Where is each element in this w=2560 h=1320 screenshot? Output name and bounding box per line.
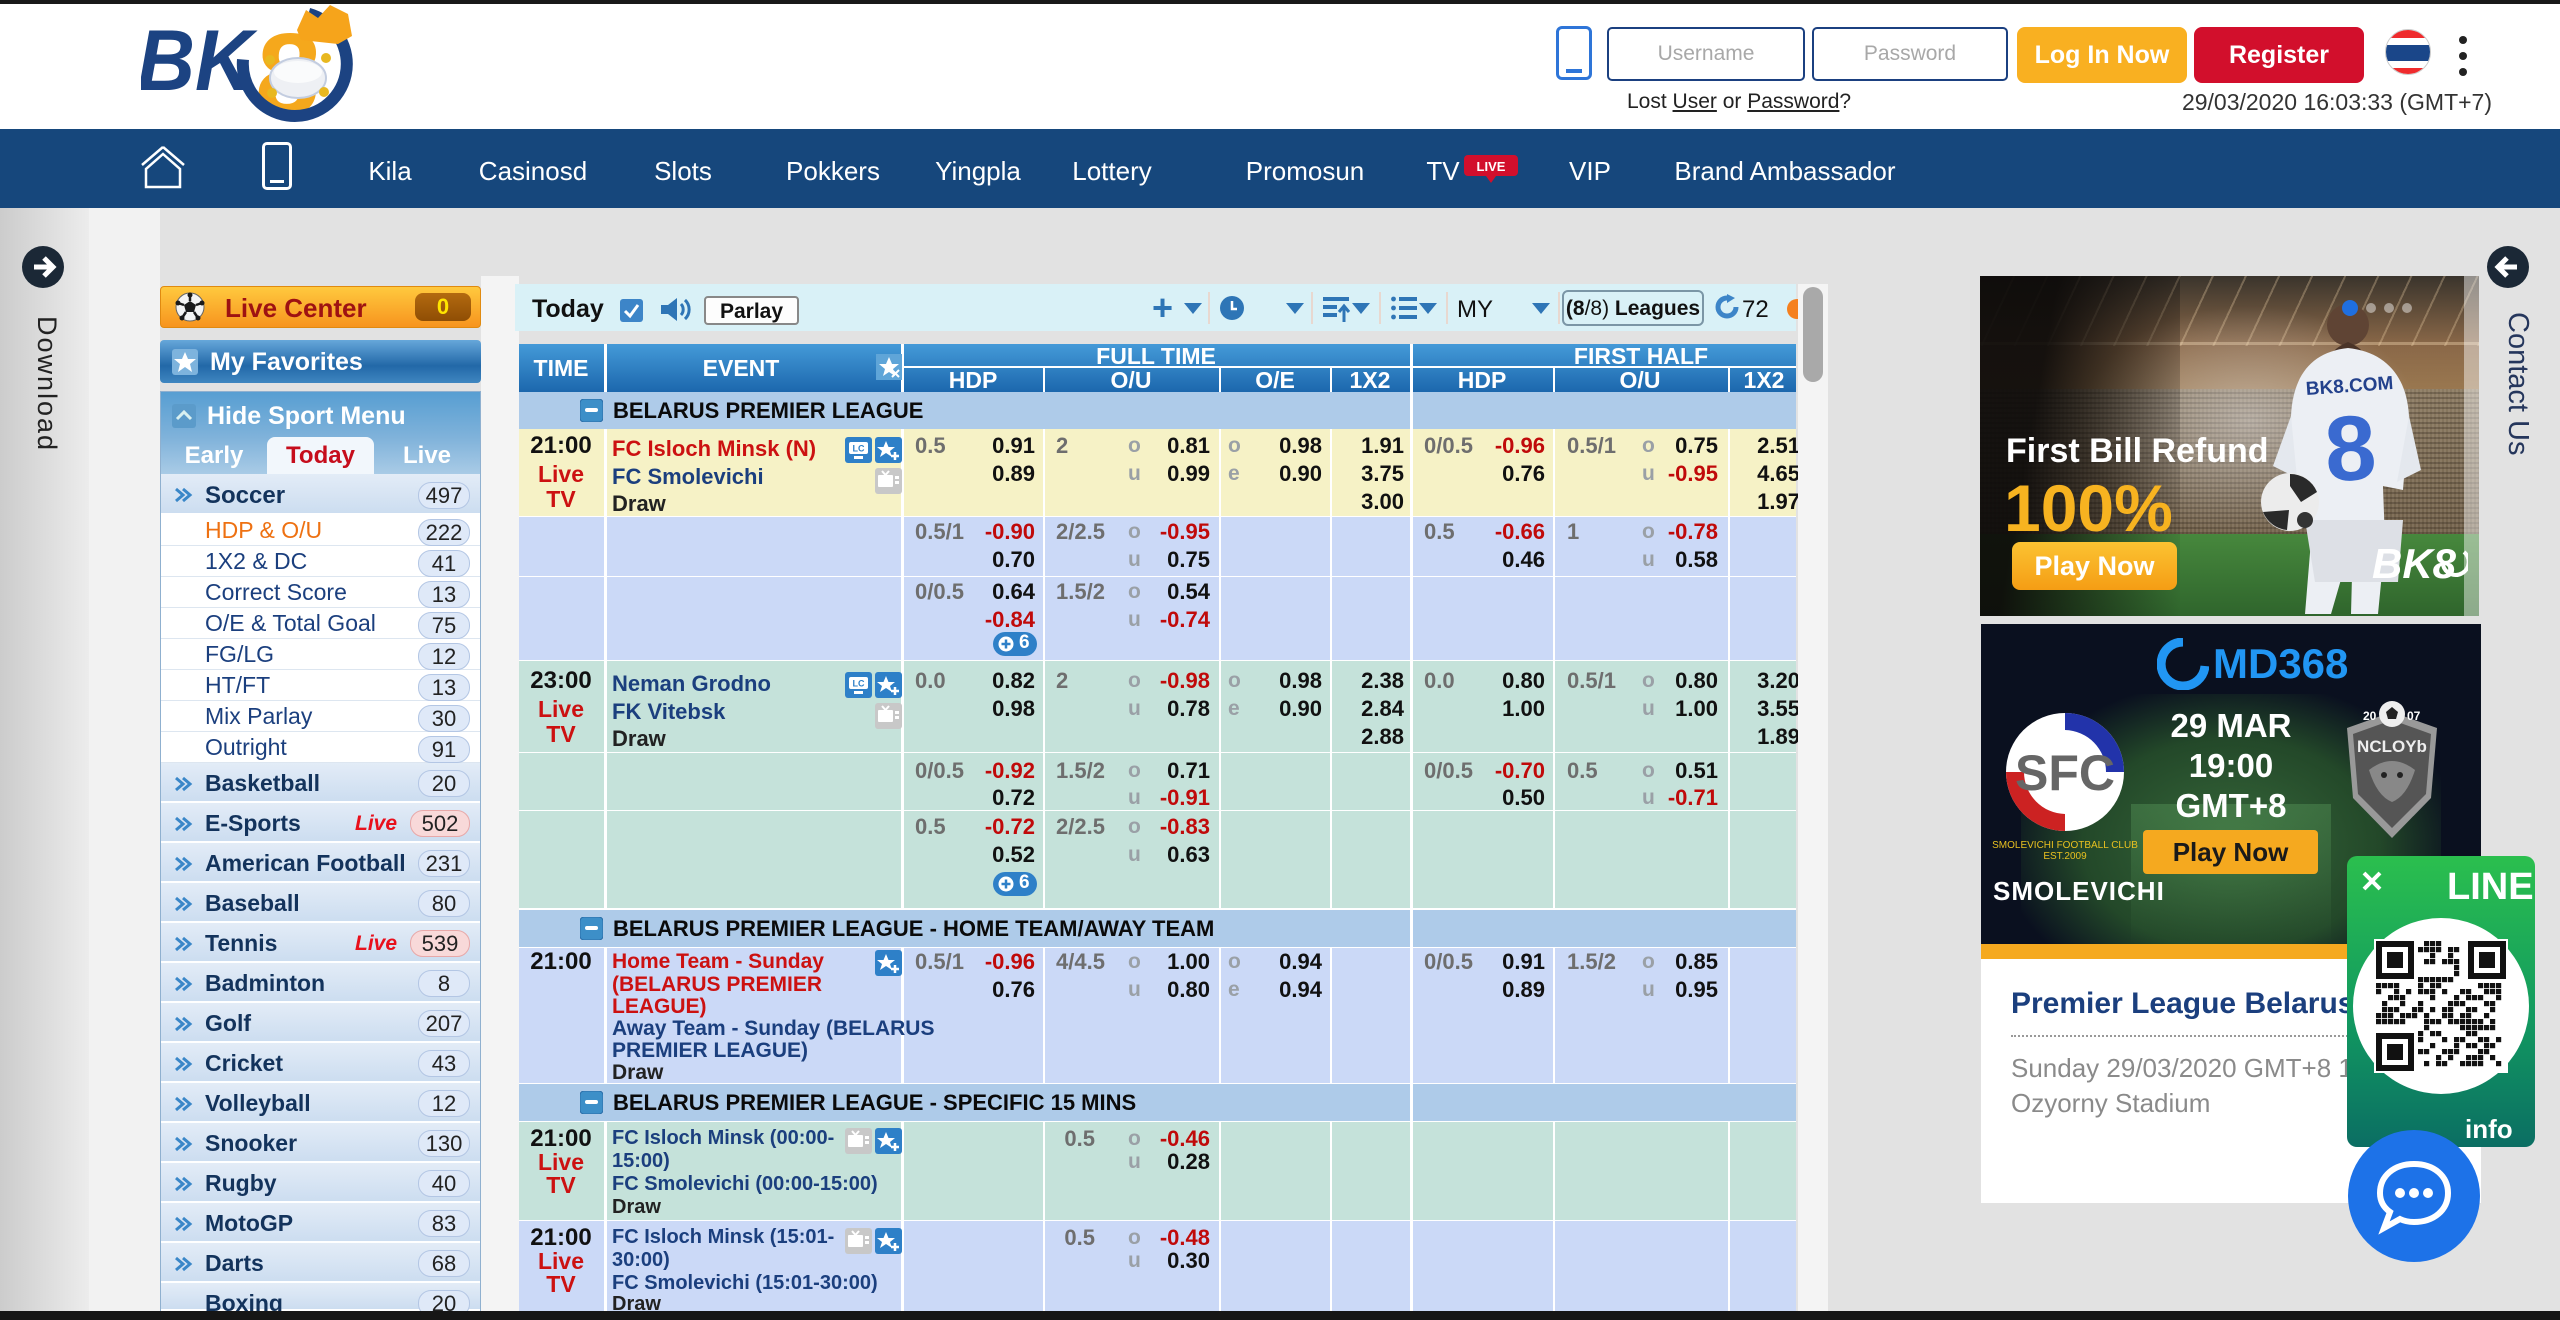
svg-text:07: 07: [2407, 709, 2421, 723]
svg-text:LIVE: LIVE: [1477, 159, 1506, 174]
svg-text:SFC: SFC: [2015, 745, 2115, 801]
svg-text:LC: LC: [853, 679, 865, 689]
svg-text:20: 20: [2363, 709, 2377, 723]
svg-text:8: 8: [2322, 397, 2378, 502]
svg-text:NCLOYb: NCLOYb: [2357, 737, 2427, 756]
svg-text:LC: LC: [853, 444, 865, 454]
